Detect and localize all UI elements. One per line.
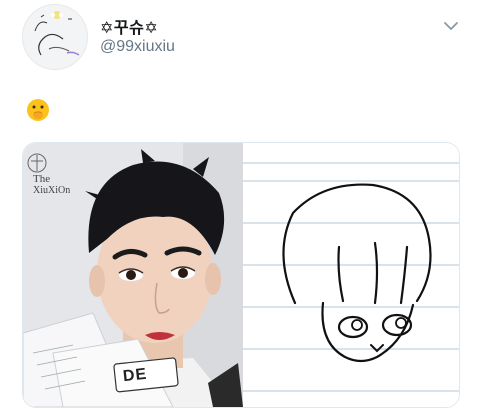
cartoon-sketch[interactable] (243, 143, 459, 407)
face-with-hand-over-mouth-icon (27, 99, 49, 121)
avatar-doodle-icon (23, 5, 87, 69)
watermark-line-2: XiuXiOn (33, 185, 71, 196)
display-name[interactable]: ✡꾸슈✡ (100, 14, 158, 38)
watermark-line-1: The (33, 173, 51, 185)
avatar[interactable] (22, 4, 88, 70)
tweet-media[interactable]: The XiuXiOn DE (22, 142, 460, 408)
chevron-down-icon[interactable] (443, 20, 459, 32)
user-handle[interactable]: @99xiuxiu (100, 38, 175, 56)
paper-card-text: DE (122, 365, 149, 386)
